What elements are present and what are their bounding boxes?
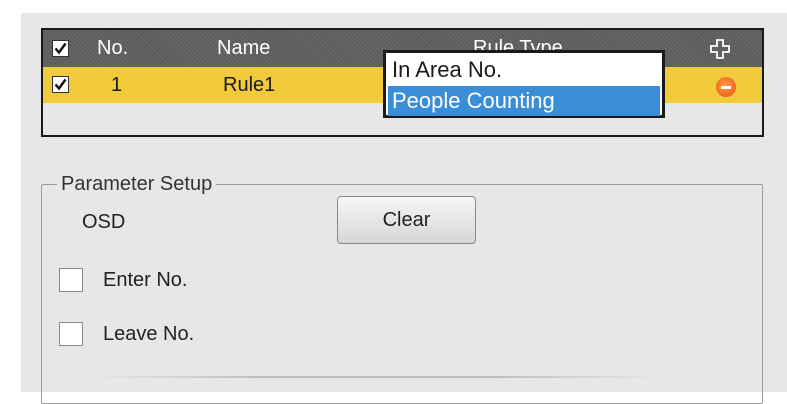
leave-no-label: Leave No. — [103, 323, 195, 345]
dropdown-option-in-area-no[interactable]: In Area No. — [388, 55, 660, 85]
check-icon — [54, 78, 67, 91]
add-rule-icon[interactable] — [709, 38, 731, 60]
rule-row-name[interactable]: Rule1 — [223, 67, 275, 103]
rule-row-no: 1 — [111, 74, 123, 96]
rule-row-checkbox[interactable] — [52, 76, 69, 93]
clear-button[interactable]: Clear — [337, 196, 476, 244]
osd-label: OSD — [82, 211, 126, 233]
remove-rule-icon[interactable] — [716, 77, 736, 97]
dropdown-option-people-counting[interactable]: People Counting — [388, 86, 660, 116]
rule-type-dropdown[interactable]: In Area No. People Counting — [383, 50, 665, 118]
enter-no-checkbox[interactable] — [59, 268, 83, 292]
divider — [95, 376, 660, 378]
leave-no-checkbox[interactable] — [59, 322, 83, 346]
enter-no-label: Enter No. — [103, 269, 188, 291]
select-all-checkbox[interactable] — [52, 40, 69, 57]
column-header-no[interactable]: No. — [97, 30, 128, 67]
column-header-name[interactable]: Name — [217, 30, 270, 67]
check-icon — [54, 42, 67, 55]
parameter-setup-legend: Parameter Setup — [57, 172, 217, 196]
